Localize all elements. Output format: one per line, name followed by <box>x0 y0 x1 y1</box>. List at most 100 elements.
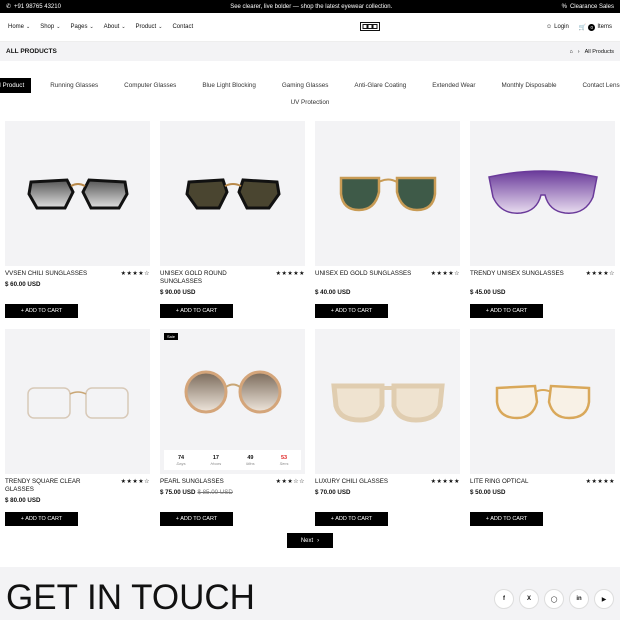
product-image[interactable] <box>315 329 460 474</box>
filter-blue-light-blocking[interactable]: Blue Light Blocking <box>195 78 263 93</box>
add-to-cart-button[interactable]: + ADD TO CART <box>315 512 388 526</box>
product-card[interactable]: UNISEX ED GOLD SUNGLASSES ★★★★☆ $ 40.00 … <box>315 121 460 318</box>
top-announcement-bar: ✆ +91 98765 43210 See clearer, live bold… <box>0 0 620 13</box>
product-name[interactable]: LUXURY CHILI GLASSES <box>315 478 420 486</box>
filter-monthly-disposable[interactable]: Monthly Disposable <box>495 78 564 93</box>
product-image[interactable] <box>470 329 615 474</box>
add-to-cart-button[interactable]: + ADD TO CART <box>5 512 78 526</box>
product-name[interactable]: UNISEX GOLD ROUND SUNGLASSES <box>160 270 265 286</box>
chevron-down-icon: ⌄ <box>158 24 163 30</box>
countdown-unit: Secs <box>279 460 289 466</box>
product-card[interactable]: VVSEN CHILI SUNGLASSES ★★★★☆ $ 60.00 USD… <box>5 121 150 318</box>
product-card[interactable]: LUXURY CHILI GLASSES ★★★★★ $ 70.00 USD +… <box>315 329 460 526</box>
product-name[interactable]: TRENDY SQUARE CLEAR GLASSES <box>5 478 110 494</box>
nav-item-label: About <box>103 24 120 30</box>
add-to-cart-button[interactable]: + ADD TO CART <box>470 304 543 318</box>
filter-all-product[interactable]: All Product <box>0 78 32 93</box>
linkedin-icon[interactable]: in <box>569 589 589 609</box>
sale-badge: Sale <box>164 333 179 340</box>
chevron-down-icon: ⌄ <box>121 24 126 30</box>
site-logo[interactable] <box>359 21 380 33</box>
rating-stars: ★★★★☆ <box>120 271 150 277</box>
percent-icon: % <box>561 3 567 10</box>
product-image[interactable]: Sale 74 Days 17 Hours 49 Mins 53 Secs <box>160 329 305 474</box>
filter-computer-glasses[interactable]: Computer Glasses <box>117 78 183 93</box>
phone-icon: ✆ <box>6 4 12 10</box>
nav-item-product[interactable]: Product ⌄ <box>136 24 163 30</box>
facebook-icon[interactable]: f <box>494 589 514 609</box>
sunglasses-icon <box>184 177 281 209</box>
countdown-unit: Days <box>176 460 186 466</box>
rating-stars: ★★★★★ <box>430 479 460 485</box>
product-card[interactable]: Sale 74 Days 17 Hours 49 Mins 53 Secs PEARL … <box>160 329 305 526</box>
product-price: $ 50.00 USD <box>470 489 506 496</box>
countdown-unit: Mins <box>246 460 255 466</box>
clearance-label: Clearance Sales <box>569 3 614 10</box>
cart-button[interactable]: 🛒 0 Items <box>579 23 612 31</box>
glasses-icon <box>330 383 445 423</box>
nav-item-label: Shop <box>40 24 55 30</box>
breadcrumb: ⌂ › All Products <box>569 49 614 55</box>
countdown-hours: 17 Hours <box>211 455 222 466</box>
product-image[interactable] <box>470 121 615 266</box>
filter-extended-wear[interactable]: Extended Wear <box>425 78 482 93</box>
next-page-button[interactable]: Next › <box>287 533 333 548</box>
product-name[interactable]: VVSEN CHILI SUNGLASSES <box>5 270 110 278</box>
nav-item-label: Pages <box>70 24 88 30</box>
product-name[interactable]: UNISEX ED GOLD SUNGLASSES <box>315 270 420 278</box>
chevron-down-icon: ⌄ <box>26 24 31 30</box>
clearance-link[interactable]: % Clearance Sales <box>562 4 614 10</box>
original-price: $ 85.00 USD <box>197 489 233 496</box>
product-price: $ 40.00 USD <box>315 289 351 296</box>
nav-item-label: Home <box>8 24 25 30</box>
product-name[interactable]: PEARL SUNGLASSES <box>160 478 265 486</box>
product-image[interactable] <box>5 121 150 266</box>
filter-anti-glare-coating[interactable]: Anti-Glare Coating <box>347 78 413 93</box>
nav-item-home[interactable]: Home ⌄ <box>8 24 30 30</box>
instagram-icon[interactable]: ◯ <box>544 589 564 609</box>
filter-uv-protection[interactable]: UV Protection <box>284 95 337 110</box>
product-card[interactable]: TRENDY SQUARE CLEAR GLASSES ★★★★☆ $ 80.0… <box>5 329 150 526</box>
countdown-secs: 53 Secs <box>280 455 289 466</box>
filter-contact-lenses[interactable]: Contact Lenses <box>575 78 620 93</box>
nav-item-about[interactable]: About ⌄ <box>104 24 126 30</box>
home-icon[interactable]: ⌂ <box>569 49 572 55</box>
countdown-days: 74 Days <box>176 455 185 466</box>
rating-stars: ★★★★☆ <box>120 479 150 485</box>
product-card[interactable]: UNISEX GOLD ROUND SUNGLASSES ★★★★★ $ 90.… <box>160 121 305 318</box>
rating-stars: ★★★★★ <box>585 479 615 485</box>
rating-stars: ★★★★☆ <box>430 271 460 277</box>
chevron-right-icon: › <box>317 537 320 544</box>
glasses-icon <box>26 386 129 419</box>
product-card[interactable]: LITE RING OPTICAL ★★★★★ $ 50.00 USD + AD… <box>470 329 615 526</box>
add-to-cart-button[interactable]: + ADD TO CART <box>160 512 233 526</box>
youtube-icon[interactable]: ▶ <box>594 589 614 609</box>
login-link[interactable]: ☺ Login <box>546 24 569 30</box>
add-to-cart-button[interactable]: + ADD TO CART <box>470 512 543 526</box>
product-image[interactable] <box>160 121 305 266</box>
add-to-cart-button[interactable]: + ADD TO CART <box>160 304 233 318</box>
filter-running-glasses[interactable]: Running Glasses <box>43 78 105 93</box>
category-filters: All Product Running Glasses Computer Gla… <box>0 78 620 110</box>
nav-item-shop[interactable]: Shop ⌄ <box>40 24 60 30</box>
product-name[interactable]: LITE RING OPTICAL <box>470 478 575 486</box>
product-image[interactable] <box>315 121 460 266</box>
rating-stars: ★★★☆☆ <box>275 479 305 485</box>
sale-countdown: 74 Days 17 Hours 49 Mins 53 Secs <box>164 450 301 470</box>
nav-item-pages[interactable]: Pages ⌄ <box>70 24 93 30</box>
add-to-cart-button[interactable]: + ADD TO CART <box>5 304 78 318</box>
phone-contact[interactable]: ✆ +91 98765 43210 <box>6 3 61 11</box>
sunglasses-icon <box>487 169 598 214</box>
add-to-cart-button[interactable]: + ADD TO CART <box>315 304 388 318</box>
product-name[interactable]: TRENDY UNISEX SUNGLASSES <box>470 270 575 278</box>
glasses-icon <box>495 384 590 419</box>
user-icon: ☺ <box>546 24 553 30</box>
x-icon[interactable]: X <box>519 589 539 609</box>
next-label: Next <box>300 537 314 544</box>
filter-gaming-glasses[interactable]: Gaming Glasses <box>275 78 336 93</box>
nav-item-contact[interactable]: Contact <box>172 24 193 30</box>
product-card[interactable]: TRENDY UNISEX SUNGLASSES ★★★★☆ $ 45.00 U… <box>470 121 615 318</box>
product-image[interactable] <box>5 329 150 474</box>
nav-item-label: Contact <box>172 24 194 30</box>
countdown-unit: Hours <box>210 460 222 466</box>
